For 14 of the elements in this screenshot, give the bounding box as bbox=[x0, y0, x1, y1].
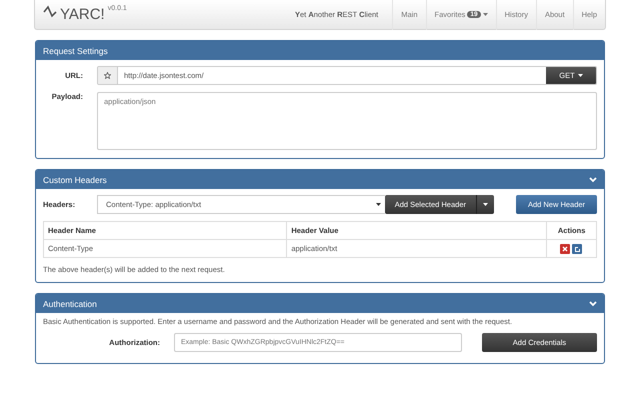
star-icon[interactable] bbox=[104, 72, 111, 79]
chevron-down-icon[interactable] bbox=[589, 176, 597, 182]
delete-icon[interactable] bbox=[560, 244, 570, 254]
dropdown-toggle[interactable] bbox=[476, 195, 494, 214]
app-logo: YARC! bbox=[60, 4, 105, 24]
panel-title: Request Settings bbox=[43, 46, 108, 56]
caret-icon bbox=[376, 203, 381, 206]
panel-title: Authentication bbox=[43, 298, 97, 308]
caret-icon bbox=[578, 74, 583, 77]
edit-icon[interactable] bbox=[572, 244, 582, 254]
logo-icon bbox=[43, 4, 57, 18]
chevron-down-icon[interactable] bbox=[589, 300, 597, 306]
caret-icon bbox=[483, 203, 488, 206]
panel-title: Custom Headers bbox=[43, 174, 107, 184]
